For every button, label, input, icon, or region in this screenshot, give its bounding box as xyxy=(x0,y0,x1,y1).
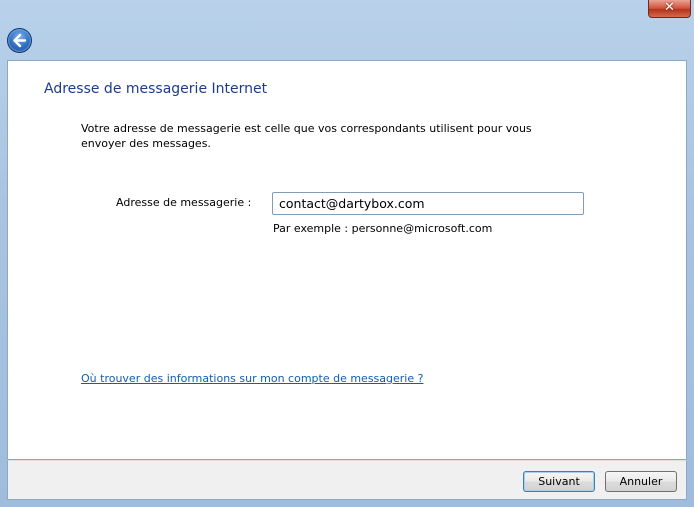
wizard-window: ✕ Adresse de messagerie Internet Votre a… xyxy=(0,0,694,507)
wizard-content-panel: Adresse de messagerie Internet Votre adr… xyxy=(7,60,687,460)
help-link[interactable]: Où trouver des informations sur mon comp… xyxy=(81,372,423,385)
close-icon: ✕ xyxy=(664,0,675,15)
back-button[interactable] xyxy=(7,28,32,53)
page-title: Adresse de messagerie Internet xyxy=(44,81,268,97)
email-field[interactable] xyxy=(272,192,584,215)
cancel-button[interactable]: Annuler xyxy=(605,471,677,492)
description-text: Votre adresse de messagerie est celle qu… xyxy=(81,122,532,150)
next-button[interactable]: Suivant xyxy=(523,471,595,492)
close-button[interactable]: ✕ xyxy=(648,0,691,18)
email-label: Adresse de messagerie : xyxy=(116,196,252,209)
email-example-hint: Par exemple : personne@microsoft.com xyxy=(273,222,493,235)
back-arrow-icon xyxy=(13,33,27,48)
button-bar: Suivant Annuler xyxy=(7,460,687,500)
title-bar: ✕ xyxy=(0,0,694,58)
